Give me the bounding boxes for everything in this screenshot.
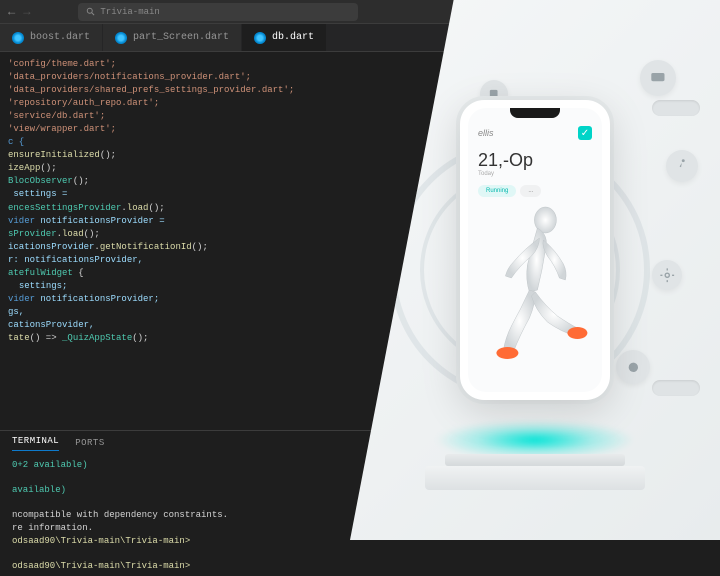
command-center[interactable]: Trivia-main (78, 3, 358, 21)
app-logo: ellis (478, 128, 494, 138)
decorative-pill (652, 100, 700, 116)
ports-tab[interactable]: PORTS (75, 438, 105, 448)
chat-icon (640, 60, 676, 96)
runner-figure (477, 200, 597, 370)
feature-icon (616, 350, 650, 384)
tab-part-screen[interactable]: part_Screen.dart (103, 24, 242, 51)
platform-base (425, 420, 645, 490)
tab-boost[interactable]: boost.dart (0, 24, 103, 51)
nav-forward-icon[interactable]: → (23, 5, 30, 19)
dart-file-icon (12, 32, 24, 44)
check-badge: ✓ (578, 126, 592, 140)
main-metric: 21,-Op (468, 144, 602, 171)
dart-file-icon (254, 32, 266, 44)
search-text: Trivia-main (100, 7, 159, 17)
phone-tab-running: Running (478, 185, 516, 197)
tab-db[interactable]: db.dart (242, 24, 327, 51)
phone-tab-more: ... (520, 185, 541, 197)
dart-file-icon (115, 32, 127, 44)
decorative-pill (652, 380, 700, 396)
terminal-tab[interactable]: TERMINAL (12, 436, 59, 451)
gear-icon (652, 260, 682, 290)
runner-icon (666, 150, 698, 182)
phone-notch (510, 108, 560, 118)
nav-back-icon[interactable]: ← (8, 5, 15, 19)
search-icon (86, 7, 96, 17)
